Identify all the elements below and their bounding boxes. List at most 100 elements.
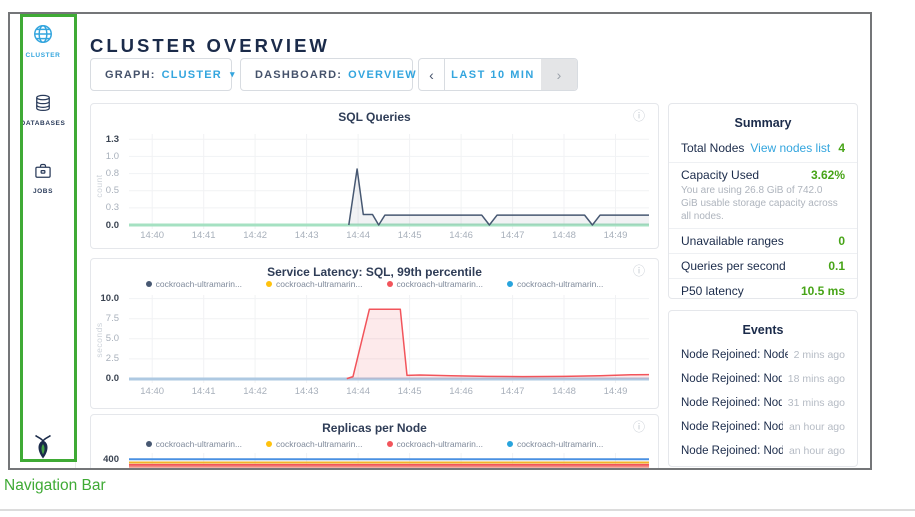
- time-window-selector: ‹ LAST 10 MIN ›: [418, 58, 578, 91]
- app-window: CLUSTER DATABASES: [8, 12, 872, 470]
- annotation-navigation-bar: Navigation Bar: [4, 477, 106, 495]
- summary-value: 3.62%: [811, 168, 845, 182]
- sidebar-item-label: CLUSTER: [10, 52, 76, 59]
- y-tick: 0.0: [91, 220, 119, 231]
- info-icon[interactable]: ⓘ: [633, 265, 645, 277]
- legend-item[interactable]: cockroach-ultramarin...: [146, 439, 242, 449]
- legend-dot-icon: [146, 281, 152, 287]
- time-next-button[interactable]: ›: [541, 59, 577, 90]
- sql-queries-chart-card: SQL Queries ⓘ count 1.31.00.80.50.30.0 1…: [90, 103, 659, 249]
- x-tick: 14:44: [338, 230, 378, 241]
- x-tick: 14:44: [338, 386, 378, 397]
- y-tick: 0.3: [91, 202, 119, 213]
- service-latency-plot: [129, 295, 649, 383]
- legend-item[interactable]: cockroach-ultramarin...: [387, 439, 483, 449]
- chart-legend: cockroach-ultramarin... cockroach-ultrama…: [91, 279, 658, 289]
- summary-label: Unavailable ranges: [681, 234, 784, 248]
- info-icon[interactable]: ⓘ: [633, 110, 645, 122]
- page: CLUSTER DATABASES: [0, 0, 915, 517]
- cockroach-logo[interactable]: [10, 434, 76, 467]
- legend-item[interactable]: cockroach-ultramarin...: [266, 439, 362, 449]
- event-text: Node Rejoined: Node 4 rej...: [681, 445, 783, 457]
- globe-icon: [32, 32, 54, 49]
- x-tick: 14:47: [493, 230, 533, 241]
- chevron-left-icon: ‹: [429, 67, 434, 83]
- summary-row-p50-latency: P50 latency 10.5 ms: [669, 278, 857, 299]
- event-time: 18 mins ago: [788, 373, 845, 385]
- chart-title: SQL Queries: [91, 110, 658, 124]
- event-row[interactable]: Node Rejoined: Node 2 rej... 31 mins ago: [669, 391, 857, 415]
- x-tick: 14:40: [132, 386, 172, 397]
- x-tick: 14:45: [390, 386, 430, 397]
- y-tick: 1.0: [91, 151, 119, 162]
- sidebar-item-label: JOBS: [10, 188, 76, 195]
- summary-value: 0.1: [828, 259, 845, 273]
- navigation-bar-highlight: [20, 14, 77, 462]
- legend-item[interactable]: cockroach-ultramarin...: [387, 279, 483, 289]
- chart-title: Replicas per Node: [91, 421, 658, 435]
- dashboard-dropdown[interactable]: DASHBOARD: OVERVIEW ▾: [240, 58, 413, 91]
- briefcase-icon: [33, 168, 53, 185]
- x-tick: 14:43: [287, 230, 327, 241]
- summary-value: 10.5 ms: [801, 284, 845, 298]
- summary-value: 0: [838, 234, 845, 248]
- legend-item[interactable]: cockroach-ultramarin...: [146, 279, 242, 289]
- y-tick: 1.3: [91, 134, 119, 145]
- legend-dot-icon: [266, 281, 272, 287]
- time-prev-button[interactable]: ‹: [419, 59, 445, 90]
- event-row[interactable]: Node Rejoined: Node 3 rej... 18 mins ago: [669, 367, 857, 391]
- info-icon[interactable]: ⓘ: [633, 421, 645, 433]
- event-time: 31 mins ago: [788, 397, 845, 409]
- view-nodes-list-link[interactable]: View nodes list: [750, 141, 830, 155]
- graph-dropdown-value: CLUSTER: [162, 69, 222, 81]
- event-row[interactable]: Node Rejoined: Node 1 rej... an hour ago: [669, 415, 857, 439]
- sidebar-item-cluster[interactable]: CLUSTER: [10, 23, 76, 59]
- summary-panel: Summary Total NodesView nodes list 4 Cap…: [668, 103, 858, 299]
- sidebar-item-databases[interactable]: DATABASES: [10, 93, 76, 127]
- summary-label: Capacity Used: [681, 168, 759, 182]
- x-tick: 14:41: [184, 230, 224, 241]
- legend-label: cockroach-ultramarin...: [156, 279, 242, 289]
- graph-dropdown[interactable]: GRAPH: CLUSTER ▾: [90, 58, 232, 91]
- caret-down-icon: ▾: [230, 69, 236, 80]
- event-row[interactable]: Node Rejoined: Node 4 rej... 2 mins ago: [669, 343, 857, 367]
- x-tick: 14:42: [235, 386, 275, 397]
- events-title: Events: [669, 311, 857, 337]
- event-row[interactable]: Node Rejoined: Node 4 rej... an hour ago: [669, 439, 857, 463]
- legend-label: cockroach-ultramarin...: [156, 439, 242, 449]
- legend-label: cockroach-ultramarin...: [517, 439, 603, 449]
- graph-dropdown-label: GRAPH:: [105, 69, 156, 81]
- chart-legend: cockroach-ultramarin... cockroach-ultrama…: [91, 439, 658, 449]
- x-tick: 14:45: [390, 230, 430, 241]
- capacity-description: You are using 26.8 GiB of 742.0 GiB usab…: [681, 184, 845, 223]
- x-tick: 14:48: [544, 386, 584, 397]
- y-tick: 7.5: [91, 313, 119, 324]
- summary-label: Total Nodes: [681, 141, 744, 155]
- database-icon: [33, 100, 53, 117]
- x-tick: 14:48: [544, 230, 584, 241]
- legend-dot-icon: [266, 441, 272, 447]
- legend-item[interactable]: cockroach-ultramarin...: [507, 279, 603, 289]
- summary-row-total-nodes: Total NodesView nodes list 4: [669, 134, 857, 162]
- dashboard-dropdown-label: DASHBOARD:: [255, 69, 342, 81]
- event-time: an hour ago: [789, 445, 845, 457]
- legend-item[interactable]: cockroach-ultramarin...: [507, 439, 603, 449]
- y-tick: 0.0: [91, 373, 119, 384]
- y-tick: 400: [91, 454, 119, 465]
- sidebar-item-jobs[interactable]: JOBS: [10, 161, 76, 195]
- legend-item[interactable]: cockroach-ultramarin...: [266, 279, 362, 289]
- dashboard-dropdown-value: OVERVIEW: [348, 69, 417, 81]
- y-tick: 2.5: [91, 353, 119, 364]
- x-tick: 14:49: [596, 230, 636, 241]
- x-tick: 14:49: [596, 386, 636, 397]
- event-time: an hour ago: [789, 421, 845, 433]
- legend-dot-icon: [387, 281, 393, 287]
- y-tick: 0.5: [91, 185, 119, 196]
- replicas-per-node-plot: [129, 453, 649, 470]
- y-tick: 0.8: [91, 168, 119, 179]
- legend-label: cockroach-ultramarin...: [276, 279, 362, 289]
- legend-label: cockroach-ultramarin...: [276, 439, 362, 449]
- time-range-button[interactable]: LAST 10 MIN: [445, 59, 541, 90]
- replicas-per-node-chart-card: Replicas per Node ⓘ cockroach-ultramarin…: [90, 414, 659, 470]
- chart-title: Service Latency: SQL, 99th percentile: [91, 265, 658, 279]
